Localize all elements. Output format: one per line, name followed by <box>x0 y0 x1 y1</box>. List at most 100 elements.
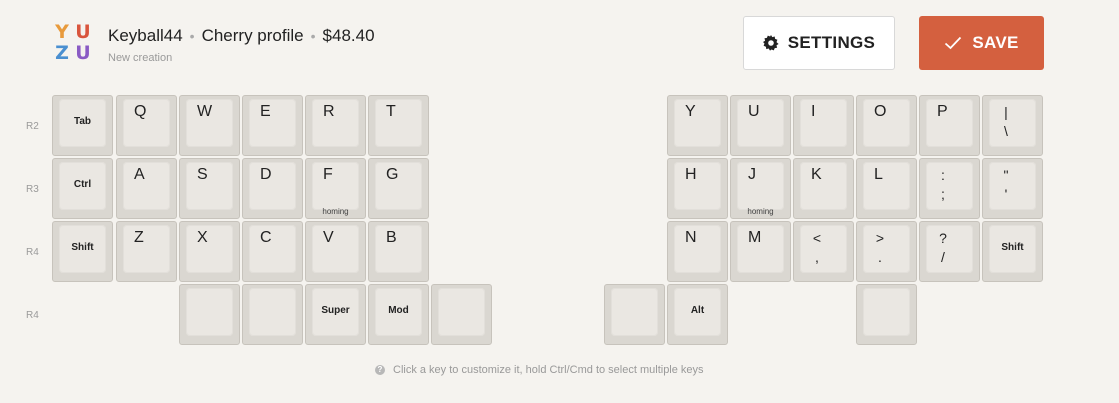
key-legend: E <box>260 103 271 120</box>
settings-button[interactable]: SETTINGS <box>743 16 895 70</box>
key-semicolon[interactable]: :; <box>919 158 980 219</box>
key-tab[interactable]: Tab <box>52 95 113 156</box>
row-label: R2 <box>26 121 39 132</box>
key-legend: F <box>323 166 333 183</box>
keycap <box>863 225 910 273</box>
profile-name: Cherry profile <box>201 26 304 45</box>
key-super[interactable]: Super <box>305 284 366 345</box>
price: $48.40 <box>322 26 375 45</box>
keycap <box>249 288 296 336</box>
key-slash[interactable]: ? / <box>919 221 980 282</box>
key-legend-shift: < <box>812 230 822 246</box>
settings-label: SETTINGS <box>787 33 876 52</box>
key-l[interactable]: L <box>856 158 917 219</box>
key-f[interactable]: Fhoming <box>305 158 366 219</box>
key-thumb-blank[interactable] <box>604 284 665 345</box>
key-a[interactable]: A <box>116 158 177 219</box>
key-thumb-blank[interactable] <box>179 284 240 345</box>
save-button[interactable]: SAVE <box>919 16 1044 70</box>
key-alt[interactable]: Alt <box>667 284 728 345</box>
logo-letter: Z <box>55 42 69 64</box>
keycap <box>186 225 233 273</box>
key-legend-shift: : <box>941 167 945 183</box>
keycap <box>674 225 721 273</box>
keycap <box>249 162 296 210</box>
key-shift-left[interactable]: Shift <box>52 221 113 282</box>
check-icon <box>945 36 962 50</box>
key-w[interactable]: W <box>179 95 240 156</box>
key-legend-shift: > <box>875 230 885 246</box>
key-legend: Q <box>134 103 147 120</box>
keycap <box>123 99 170 147</box>
key-v[interactable]: V <box>305 221 366 282</box>
key-legend: C <box>260 229 272 246</box>
key-mod[interactable]: Mod <box>368 284 429 345</box>
key-quote[interactable]: " ' <box>982 158 1043 219</box>
keycap <box>611 288 658 336</box>
keycap <box>926 99 973 147</box>
key-r[interactable]: R <box>305 95 366 156</box>
key-thumb-blank[interactable] <box>431 284 492 345</box>
key-s[interactable]: S <box>179 158 240 219</box>
key-legend: Z <box>134 229 144 246</box>
key-period[interactable]: >. <box>856 221 917 282</box>
key-u[interactable]: U <box>730 95 791 156</box>
key-j[interactable]: Jhoming <box>730 158 791 219</box>
key-d[interactable]: D <box>242 158 303 219</box>
key-legend: L <box>874 166 883 183</box>
key-p[interactable]: P <box>919 95 980 156</box>
key-thumb-blank[interactable] <box>242 284 303 345</box>
key-legend: Ctrl <box>73 179 92 190</box>
hint-bar: ? Click a key to customize it, hold Ctrl… <box>375 364 704 376</box>
key-n[interactable]: N <box>667 221 728 282</box>
keycap <box>989 162 1036 210</box>
key-x[interactable]: X <box>179 221 240 282</box>
key-legend: D <box>260 166 272 183</box>
key-legend: S <box>197 166 208 183</box>
keycap <box>249 99 296 147</box>
yuzu-logo[interactable]: Y U Z U <box>52 22 94 64</box>
key-legend: U <box>748 103 760 120</box>
key-backslash[interactable]: | \ <box>982 95 1043 156</box>
homing-label: homing <box>322 207 349 216</box>
key-e[interactable]: E <box>242 95 303 156</box>
key-ctrl[interactable]: Ctrl <box>52 158 113 219</box>
key-g[interactable]: G <box>368 158 429 219</box>
key-t[interactable]: T <box>368 95 429 156</box>
key-m[interactable]: M <box>730 221 791 282</box>
key-comma[interactable]: <, <box>793 221 854 282</box>
key-thumb-blank[interactable] <box>856 284 917 345</box>
keycap <box>989 99 1036 147</box>
save-label: SAVE <box>972 33 1019 52</box>
key-shift-right[interactable]: Shift <box>982 221 1043 282</box>
key-i[interactable]: I <box>793 95 854 156</box>
key-legend: A <box>134 166 145 183</box>
keycap <box>438 288 485 336</box>
key-legend: I <box>811 103 816 120</box>
key-legend: H <box>685 166 697 183</box>
key-legend: G <box>386 166 399 183</box>
key-z[interactable]: Z <box>116 221 177 282</box>
key-legend: Shift <box>71 242 94 253</box>
key-q[interactable]: Q <box>116 95 177 156</box>
key-legend-base: / <box>941 249 945 265</box>
key-k[interactable]: K <box>793 158 854 219</box>
app-header: Y U Z U Keyball44 • Cherry profile • $48.40 … <box>0 0 1119 80</box>
key-c[interactable]: C <box>242 221 303 282</box>
key-b[interactable]: B <box>368 221 429 282</box>
hint-text: Click a key to customize it, hold Ctrl/C… <box>393 364 704 376</box>
logo-letter: U <box>75 21 91 43</box>
key-y[interactable]: Y <box>667 95 728 156</box>
key-legend: R <box>323 103 335 120</box>
key-legend: Alt <box>690 305 705 316</box>
key-legend-base: \ <box>1004 123 1008 139</box>
keycap <box>863 99 910 147</box>
subtitle: New creation <box>108 52 173 64</box>
keycap <box>674 162 721 210</box>
keycap <box>123 225 170 273</box>
key-o[interactable]: O <box>856 95 917 156</box>
keycap <box>123 162 170 210</box>
separator-dot: • <box>189 28 195 44</box>
key-legend: Y <box>685 103 696 120</box>
key-h[interactable]: H <box>667 158 728 219</box>
